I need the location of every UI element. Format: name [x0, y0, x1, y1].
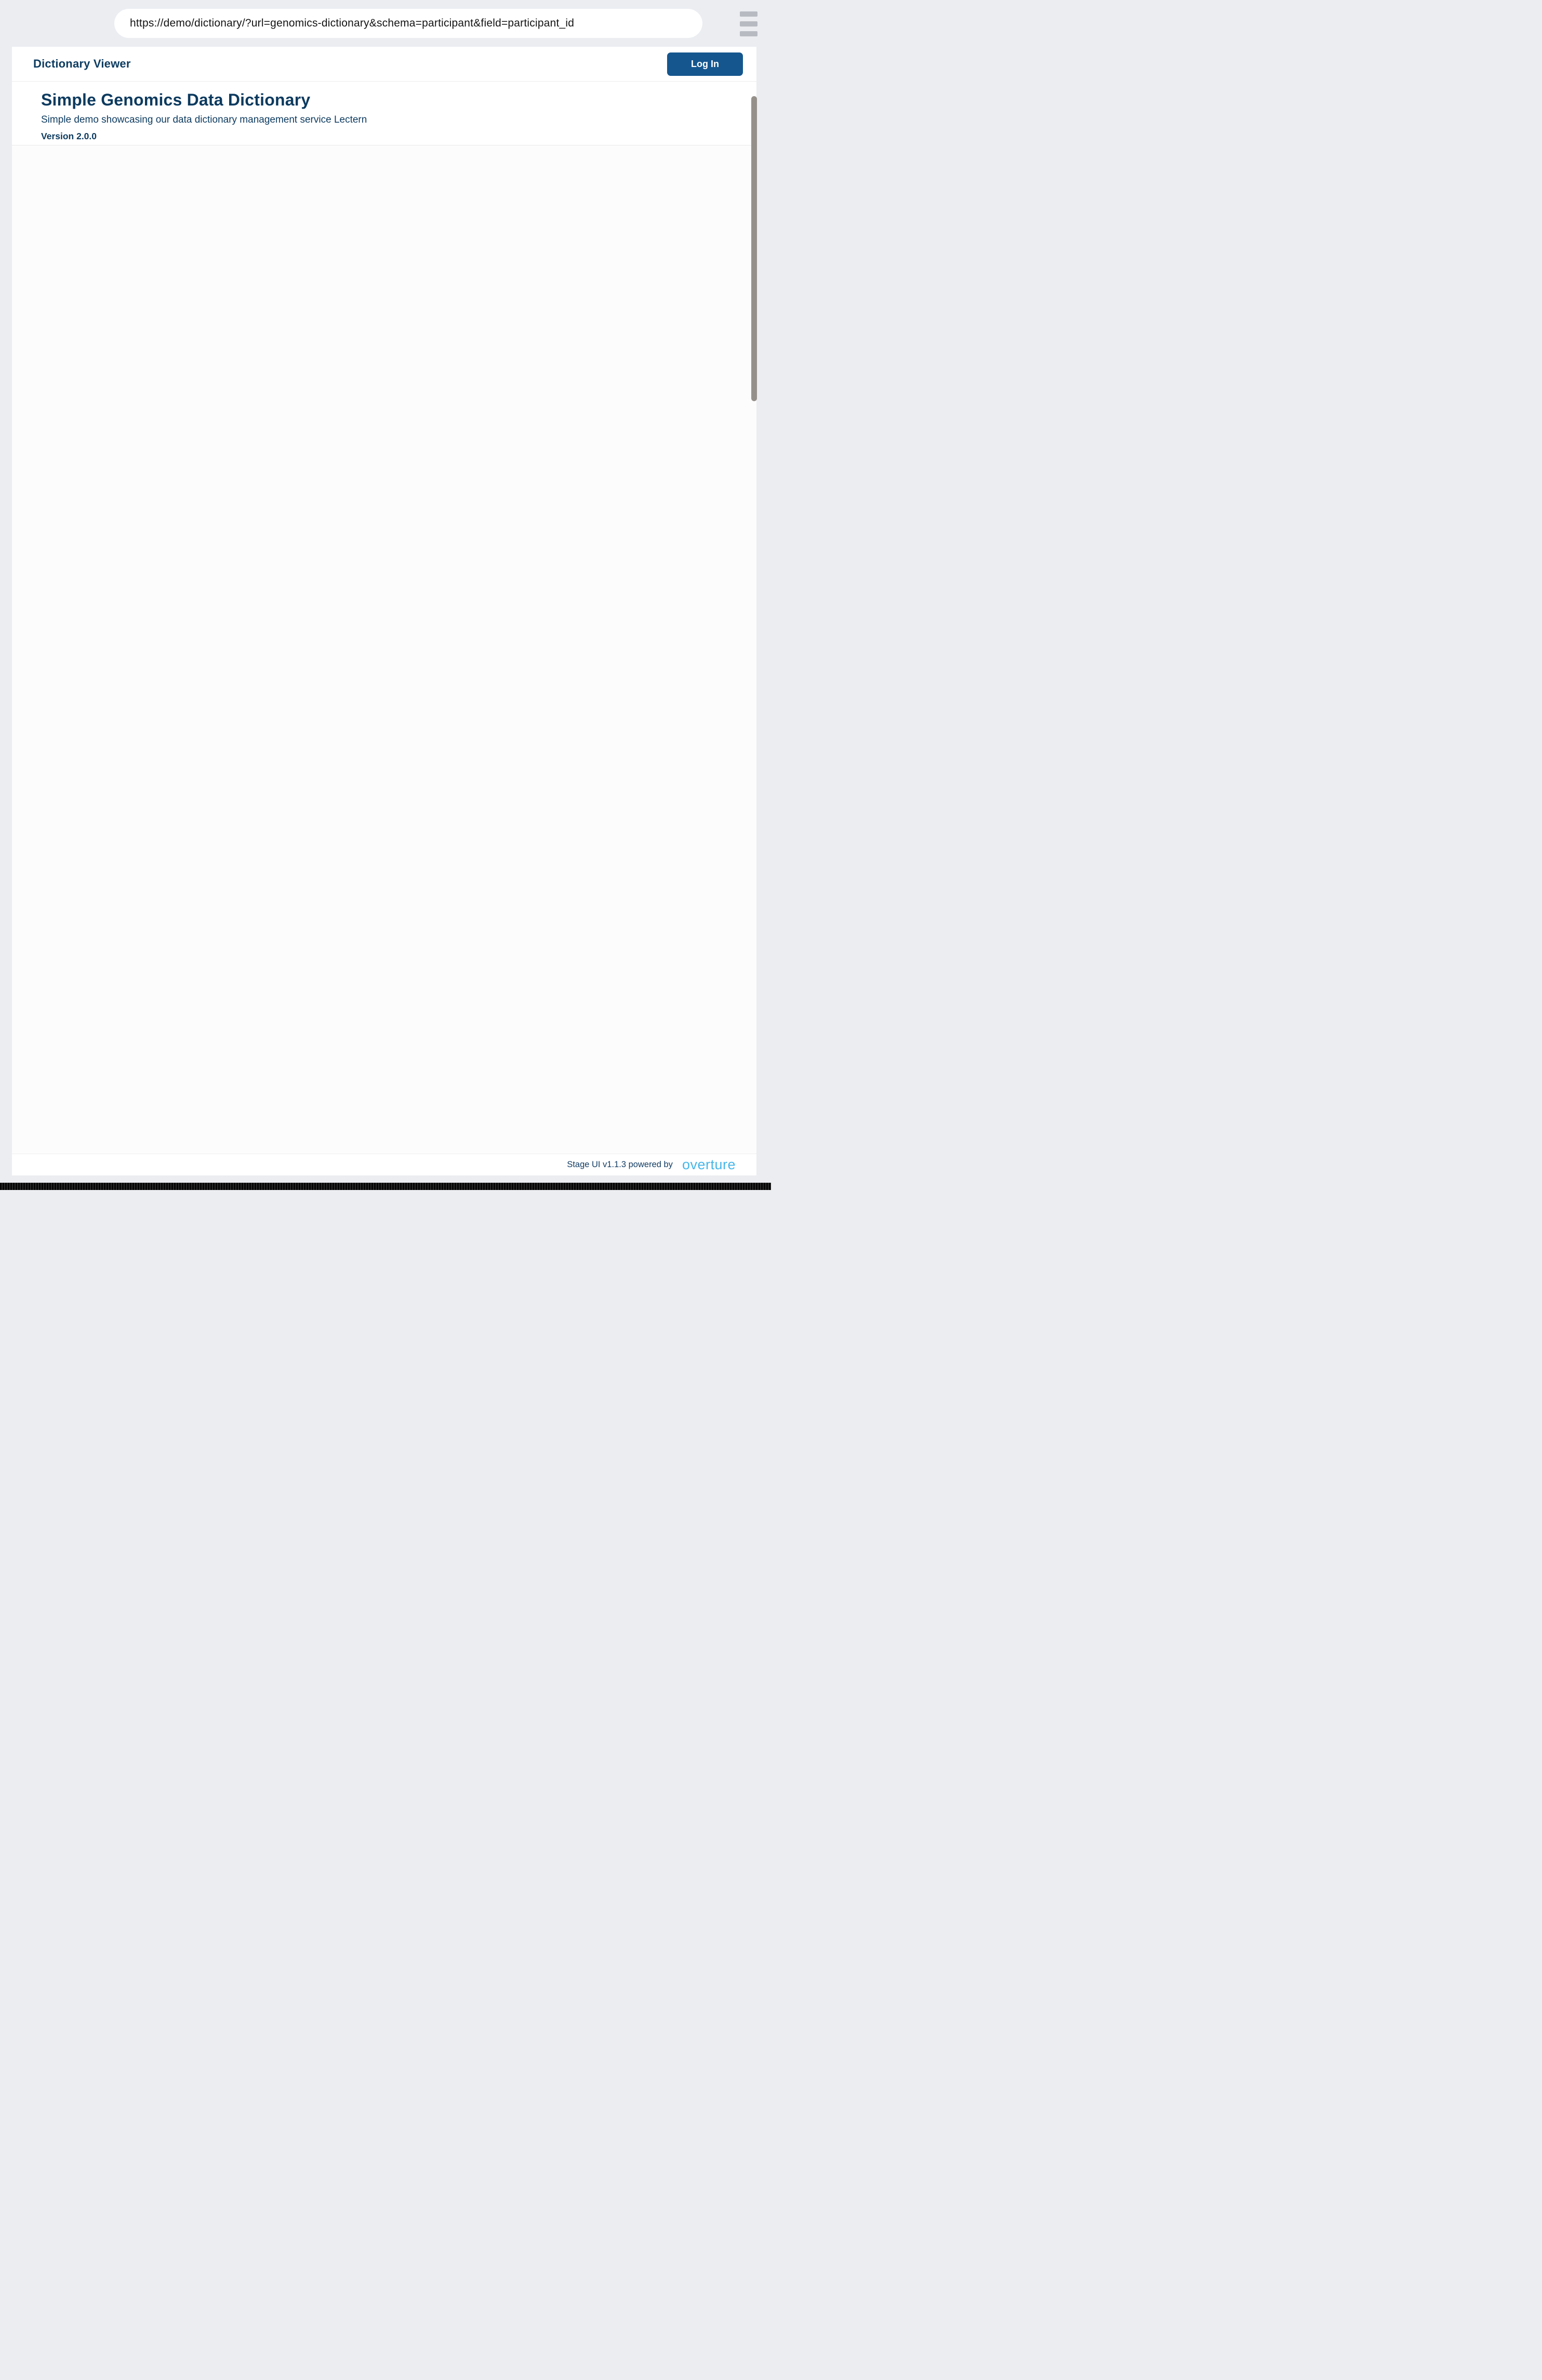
footer: Stage UI v1.1.3 powered by overture	[12, 1154, 756, 1175]
dictionary-version: Version 2.0.0	[41, 131, 756, 142]
window-controls	[21, 18, 80, 29]
browser-window: { "browser": { "url": "https://demo/dict…	[0, 0, 771, 1190]
maximize-window-button[interactable]	[69, 18, 80, 29]
page-title: Simple Genomics Data Dictionary	[41, 90, 756, 110]
browser-toolbar: https://demo/dictionary/?url=genomics-di…	[0, 0, 771, 47]
app-logo[interactable]: Dictionary Viewer	[28, 47, 131, 81]
powered-by-text: Stage UI v1.1.3 powered by	[567, 1160, 673, 1170]
close-window-button[interactable]	[21, 18, 32, 29]
top-nav: Dictionary Viewer Log In	[12, 47, 756, 82]
brand-name: Dictionary Viewer	[33, 57, 131, 71]
screen-edge-band	[0, 1183, 771, 1190]
page-subtitle: Simple demo showcasing our data dictiona…	[41, 114, 756, 126]
scrollbar-thumb[interactable]	[751, 96, 757, 401]
footer-powered: Stage UI v1.1.3 powered by overture	[567, 1157, 736, 1173]
login-button[interactable]: Log In	[667, 52, 743, 76]
app-viewport: Dictionary Viewer Log In Simple Genomics…	[12, 47, 756, 1175]
page-header: Simple Genomics Data Dictionary Simple d…	[12, 82, 756, 146]
browser-menu-icon[interactable]	[740, 11, 757, 36]
url-bar[interactable]: https://demo/dictionary/?url=genomics-di…	[114, 9, 702, 38]
url-text: https://demo/dictionary/?url=genomics-di…	[130, 17, 574, 30]
main-content	[12, 146, 756, 1154]
overture-brand-name: overture	[682, 1157, 736, 1173]
minimize-window-button[interactable]	[45, 18, 56, 29]
